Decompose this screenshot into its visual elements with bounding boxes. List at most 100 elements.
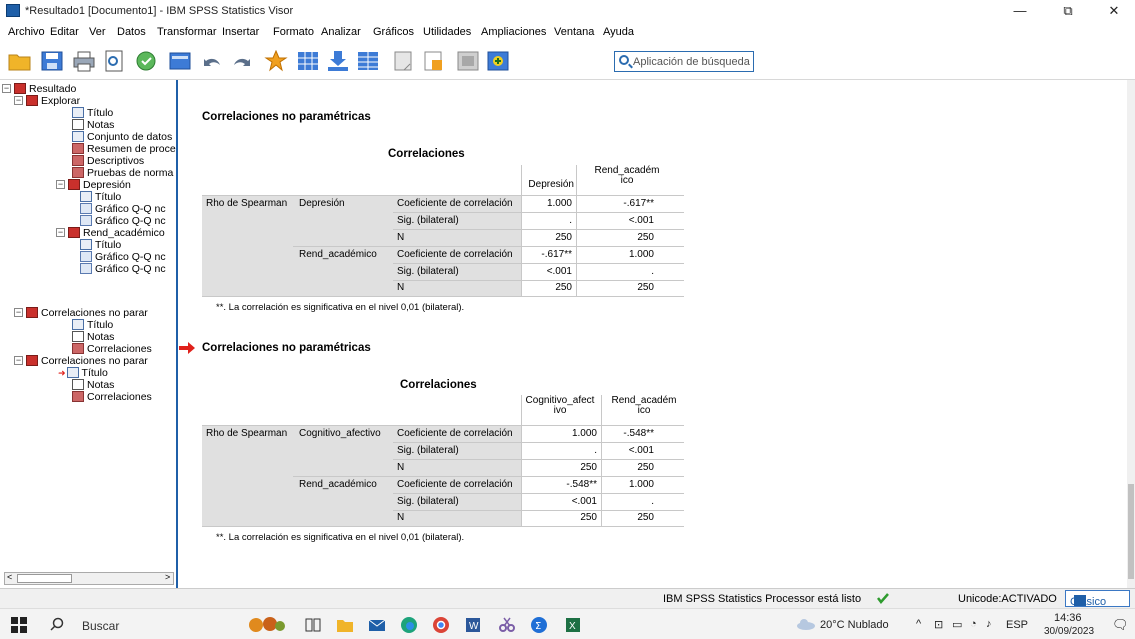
outline-horizontal-scrollbar[interactable]: < > <box>4 572 174 585</box>
collapse-toggle[interactable]: − <box>14 356 23 365</box>
menu-utilidades[interactable]: Utilidades <box>423 26 471 38</box>
language-indicator[interactable]: ESP <box>1006 619 1028 631</box>
collapse-toggle[interactable]: − <box>56 180 65 189</box>
select-last-output-icon[interactable] <box>456 50 480 72</box>
menu-archivo[interactable]: Archivo <box>8 26 45 38</box>
collapse-toggle[interactable]: − <box>56 228 65 237</box>
goto-data-icon[interactable] <box>168 50 192 72</box>
collapse-toggle[interactable]: − <box>2 84 11 93</box>
outline-item[interactable]: Resultado <box>14 83 76 95</box>
outline-item[interactable]: Notas <box>72 331 114 343</box>
windows-start-icon[interactable] <box>10 616 28 634</box>
print-icon[interactable] <box>72 50 96 72</box>
outline-item[interactable]: Conjunto de datos <box>72 131 172 143</box>
table-cell: 1.000 <box>628 249 654 260</box>
promote-icon[interactable] <box>486 50 510 72</box>
search-placeholder: Aplicación de búsqueda <box>633 56 750 68</box>
taskbar-search[interactable]: Buscar <box>40 613 230 637</box>
outline-item[interactable]: Notas <box>72 119 114 131</box>
content-vertical-scrollbar[interactable] <box>1127 80 1135 588</box>
designate-window-icon[interactable] <box>392 50 416 72</box>
row-stat-label: N <box>397 512 405 523</box>
scrollbar-thumb[interactable] <box>1128 484 1134 579</box>
menu-datos[interactable]: Datos <box>117 26 146 38</box>
outline-item[interactable]: Correlaciones no parar <box>26 307 148 319</box>
redo-icon[interactable] <box>230 50 254 72</box>
show-hidden-icons[interactable]: ^ <box>916 618 921 630</box>
outline-item[interactable]: Correlaciones <box>72 343 152 355</box>
outline-item[interactable]: Depresión <box>68 179 131 191</box>
menu-insertar[interactable]: Insertar <box>222 26 259 38</box>
row-stat-label: N <box>397 232 405 243</box>
row-stat-label: Coeficiente de correlación <box>397 249 513 260</box>
scrollbar-thumb[interactable] <box>17 574 72 583</box>
row-stat-label: N <box>397 282 405 293</box>
search-icon <box>50 617 64 631</box>
menu-formato[interactable]: Formato <box>273 26 314 38</box>
menu-ventana[interactable]: Ventana <box>554 26 594 38</box>
clock-date[interactable]: 30/09/2023 <box>1044 626 1094 637</box>
outline-item-selected[interactable]: ➜ Título <box>58 367 108 379</box>
collapse-toggle[interactable]: − <box>14 96 23 105</box>
menu-graficos[interactable]: Gráficos <box>373 26 414 38</box>
outline-item[interactable]: Gráfico Q-Q nc <box>80 251 166 263</box>
outline-item[interactable]: Rend_académico <box>68 227 165 239</box>
collapse-toggle[interactable]: − <box>14 308 23 317</box>
variables-icon[interactable] <box>296 50 320 72</box>
export-icon[interactable] <box>134 50 158 72</box>
task-view-icon[interactable] <box>304 616 322 634</box>
menu-ampliaciones[interactable]: Ampliaciones <box>481 26 546 38</box>
maximize-button[interactable]: ⧉ <box>1048 0 1088 22</box>
scroll-right-arrow[interactable]: > <box>165 572 170 582</box>
volume-icon[interactable]: ♪ <box>986 618 992 630</box>
network-icon[interactable]: ⊡ <box>934 618 943 631</box>
outline-item[interactable]: Explorar <box>26 95 80 107</box>
outline-item[interactable]: Correlaciones no parar <box>26 355 148 367</box>
scroll-left-arrow[interactable]: < <box>7 572 12 582</box>
mail-icon[interactable] <box>368 616 386 634</box>
edge-icon[interactable] <box>400 616 418 634</box>
show-hide-icon[interactable] <box>422 50 446 72</box>
outline-item[interactable]: Gráfico Q-Q nc <box>80 203 166 215</box>
goto-case-icon[interactable] <box>264 50 288 72</box>
clock-time[interactable]: 14:36 <box>1054 612 1082 624</box>
minimize-button[interactable]: — <box>1000 0 1040 22</box>
outline-item[interactable]: Título <box>80 239 121 251</box>
menu-editar[interactable]: Editar <box>50 26 79 38</box>
snipping-tool-icon[interactable] <box>498 616 516 634</box>
insert-variable-icon[interactable] <box>356 50 380 72</box>
undo-icon[interactable] <box>200 50 224 72</box>
battery-icon[interactable]: ▭ <box>952 618 962 631</box>
print-preview-icon[interactable] <box>102 50 126 72</box>
close-button[interactable]: ✕ <box>1094 0 1134 22</box>
outline-item[interactable]: Notas <box>72 379 114 391</box>
word-icon[interactable]: W <box>464 616 482 634</box>
outline-item[interactable]: Título <box>80 191 121 203</box>
outline-item[interactable]: Gráfico Q-Q nc <box>80 215 166 227</box>
outline-item[interactable]: Título <box>72 107 113 119</box>
menu-ayuda[interactable]: Ayuda <box>603 26 634 38</box>
outline-item[interactable]: Gráfico Q-Q nc <box>80 263 166 275</box>
autumn-widget-icon[interactable] <box>246 616 286 634</box>
open-folder-icon[interactable] <box>8 50 32 72</box>
outline-item[interactable]: Pruebas de norma <box>72 167 173 179</box>
sigma-app-icon[interactable]: Σ <box>530 616 548 634</box>
menu-ver[interactable]: Ver <box>89 26 106 38</box>
outline-item[interactable]: Resumen de proce <box>72 143 176 155</box>
outline-item[interactable]: Título <box>72 319 113 331</box>
insert-cases-icon[interactable] <box>326 50 350 72</box>
chrome-icon[interactable] <box>432 616 450 634</box>
cloud-weather-icon <box>797 619 815 630</box>
notifications-icon[interactable]: 🗨 <box>1112 617 1129 633</box>
outline-item[interactable]: Descriptivos <box>72 155 144 167</box>
save-icon[interactable] <box>40 50 64 72</box>
menu-transformar[interactable]: Transformar <box>157 26 217 38</box>
menu-analizar[interactable]: Analizar <box>321 26 361 38</box>
outline-item[interactable]: Correlaciones <box>72 391 152 403</box>
search-box[interactable]: Aplicación de búsqueda <box>614 51 754 72</box>
wifi-icon[interactable]: ◔ <box>970 618 977 630</box>
file-explorer-icon[interactable] <box>336 616 354 634</box>
classic-mode-button[interactable]: Clásico <box>1065 590 1130 608</box>
excel-icon[interactable]: X <box>564 616 582 634</box>
weather-label[interactable]: 20°C Nublado <box>820 619 889 631</box>
